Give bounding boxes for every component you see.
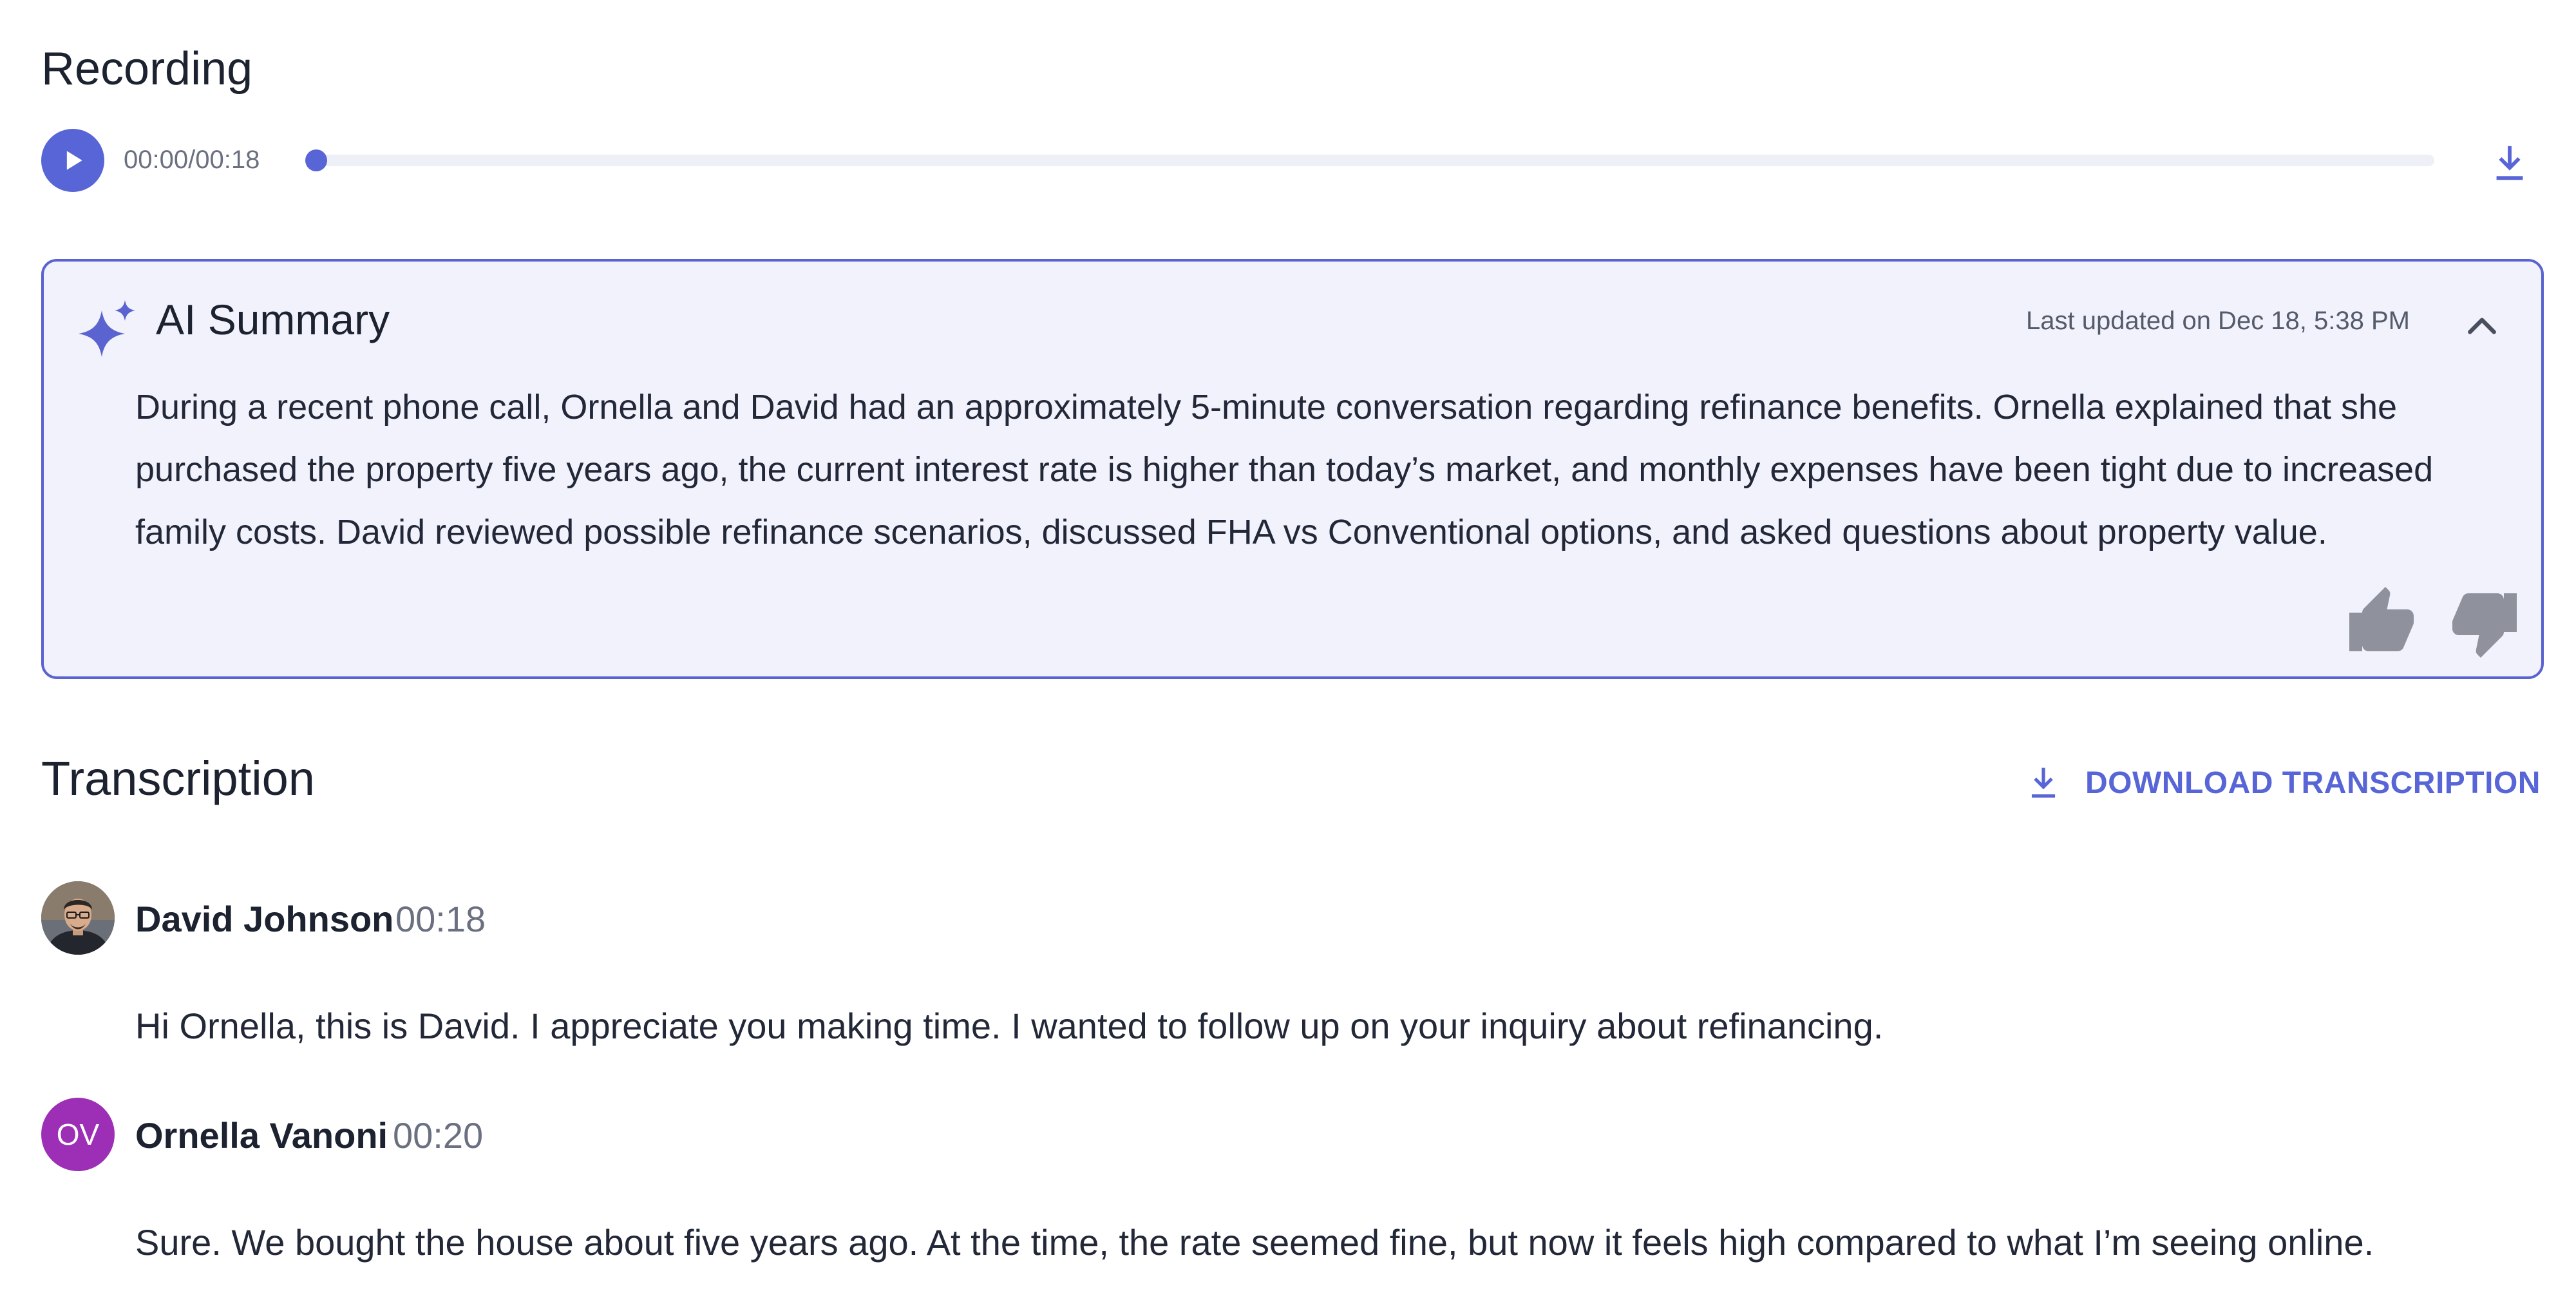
collapse-button[interactable] xyxy=(2461,305,2503,347)
play-icon xyxy=(66,151,82,170)
sparkle-icon xyxy=(79,300,135,357)
avatar xyxy=(41,881,115,955)
thumb-down-icon xyxy=(2452,593,2517,658)
playback-time: 00:00/00:18 xyxy=(124,146,260,174)
download-icon xyxy=(2496,146,2523,180)
thumb-up-button[interactable] xyxy=(2343,584,2420,661)
download-recording-button[interactable] xyxy=(2487,140,2532,186)
utterance-text: Sure. We bought the house about five yea… xyxy=(135,1222,2374,1263)
summary-text: During a recent phone call, Ornella and … xyxy=(135,388,2434,551)
summary-title: AI Summary xyxy=(156,296,390,343)
playback-track[interactable] xyxy=(309,155,2434,166)
playback-knob[interactable] xyxy=(305,149,327,171)
download-transcription-button[interactable]: DOWNLOAD TRANSCRIPTION xyxy=(2023,759,2541,807)
speaker-timestamp: 00:20 xyxy=(393,1115,484,1156)
download-icon xyxy=(2031,767,2056,798)
avatar: OV xyxy=(41,1098,115,1171)
summary-updated: Last updated on Dec 18, 5:38 PM xyxy=(2026,307,2410,335)
speaker-timestamp: 00:18 xyxy=(395,899,486,939)
play-button[interactable] xyxy=(41,129,104,192)
utterance-text: Hi Ornella, this is David. I appreciate … xyxy=(135,1006,1884,1046)
speaker-name: David Johnson xyxy=(135,899,394,939)
chevron-up-icon xyxy=(2468,318,2496,334)
call-detail-page: Recording 00:00/00:18 AI Summary Last up… xyxy=(0,0,2576,1309)
transcription-title: Transcription xyxy=(41,752,315,805)
download-transcription-label: DOWNLOAD TRANSCRIPTION xyxy=(2085,765,2541,800)
user-photo-icon xyxy=(41,881,115,955)
ai-summary-card: AI Summary Last updated on Dec 18, 5:38 … xyxy=(41,259,2544,679)
thumb-up-icon xyxy=(2349,587,2414,651)
recording-title: Recording xyxy=(41,43,253,95)
speaker-name: Ornella Vanoni xyxy=(135,1115,388,1156)
thumb-down-button[interactable] xyxy=(2446,584,2523,661)
